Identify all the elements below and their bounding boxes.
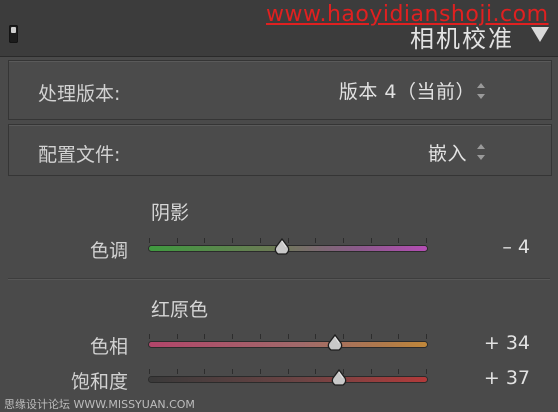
red-hue-label: 色相: [89, 336, 128, 358]
slider-tick: [398, 334, 399, 339]
red-hue-slider-thumb[interactable]: [325, 334, 345, 352]
slider-tick: [177, 334, 178, 339]
profile-row: 配置文件: 嵌入: [8, 124, 552, 176]
slider-tick: [260, 238, 261, 243]
slider-tick: [204, 334, 205, 339]
slider-tick: [426, 369, 427, 374]
slider-tick: [315, 334, 316, 339]
profile-select[interactable]: 嵌入: [428, 139, 467, 166]
red-saturation-label: 饱和度: [70, 371, 128, 393]
profile-stepper-icon[interactable]: [477, 144, 485, 160]
slider-tick: [177, 238, 178, 243]
red-hue-track[interactable]: [149, 342, 427, 347]
panel-header[interactable]: www.haoyidianshoji.com 相机校准: [0, 0, 558, 57]
collapse-triangle-icon[interactable]: [531, 27, 549, 42]
section-divider: [8, 278, 550, 279]
slider-tick: [371, 369, 372, 374]
slider-tick: [204, 369, 205, 374]
shadows-heading: 阴影: [151, 202, 190, 224]
slider-tick: [398, 238, 399, 243]
red-saturation-value[interactable]: + 37: [484, 367, 530, 389]
profile-label: 配置文件:: [38, 144, 121, 166]
slider-tick: [426, 334, 427, 339]
slider-tick: [232, 238, 233, 243]
slider-tick: [315, 369, 316, 374]
red-hue-value[interactable]: + 34: [484, 332, 530, 354]
slider-tick: [260, 334, 261, 339]
slider-tick: [177, 369, 178, 374]
slider-tick: [371, 238, 372, 243]
slider-tick: [371, 334, 372, 339]
slider-tick: [232, 334, 233, 339]
slider-tick: [288, 334, 289, 339]
slider-tick: [398, 369, 399, 374]
slider-tick: [288, 369, 289, 374]
slider-tick: [343, 238, 344, 243]
red-hue-ticks: [149, 334, 427, 340]
red-primary-heading: 红原色: [151, 299, 209, 321]
slider-tick: [204, 238, 205, 243]
panel-switch-toggle[interactable]: [9, 25, 18, 43]
slider-tick: [149, 334, 150, 339]
red-saturation-ticks: [149, 369, 427, 375]
shadows-tint-label: 色调: [89, 240, 128, 262]
red-saturation-track[interactable]: [149, 377, 427, 382]
shadows-tint-value[interactable]: – 4: [502, 236, 530, 258]
slider-tick: [260, 369, 261, 374]
slider-tick: [149, 238, 150, 243]
slider-tick: [232, 369, 233, 374]
slider-tick: [315, 238, 316, 243]
process-version-stepper-icon[interactable]: [477, 83, 485, 99]
slider-tick: [149, 369, 150, 374]
process-version-label: 处理版本:: [38, 83, 121, 105]
process-version-row: 处理版本: 版本 4（当前）: [8, 60, 552, 120]
process-version-select[interactable]: 版本 4（当前）: [339, 77, 475, 104]
red-saturation-slider-thumb[interactable]: [329, 369, 349, 387]
panel-title[interactable]: 相机校准: [410, 19, 514, 54]
shadows-tint-slider-thumb[interactable]: [272, 238, 292, 256]
slider-tick: [426, 238, 427, 243]
